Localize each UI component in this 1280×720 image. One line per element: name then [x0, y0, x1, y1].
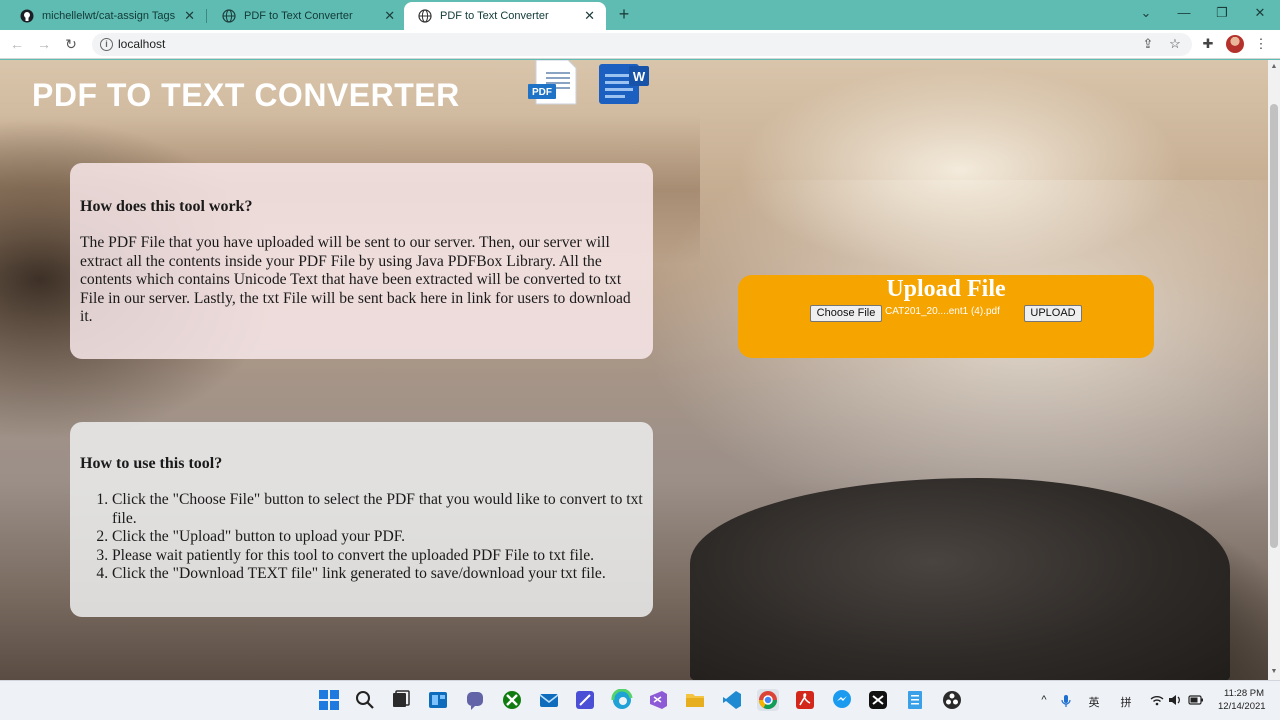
file-explorer-icon[interactable] — [684, 689, 706, 711]
how-to-use-steps: Click the "Choose File" button to select… — [112, 491, 652, 584]
share-icon[interactable]: ⇪ — [1140, 36, 1156, 52]
page-viewport: PDF TO TEXT CONVERTER PDF W How does thi… — [0, 60, 1268, 680]
scroll-thumb[interactable] — [1270, 104, 1278, 548]
tray-overflow-chevron-icon[interactable]: ^ — [1036, 694, 1052, 706]
search-icon[interactable] — [354, 689, 376, 711]
browser-toolbar: ← → ↻ i localhost ⇪ ☆ ✚ ⋮ — [0, 30, 1280, 59]
site-info-icon[interactable]: i — [100, 38, 113, 51]
vscode-icon[interactable] — [721, 689, 743, 711]
volume-icon[interactable] — [1167, 694, 1183, 709]
github-favicon-icon — [20, 9, 34, 23]
browser-tab-converter-active[interactable]: PDF to Text Converter ✕ — [404, 2, 606, 30]
step-item: Click the "Upload" button to upload your… — [112, 528, 652, 547]
browser-tab-github[interactable]: michellelwt/cat-assign Tags | Doc ✕ — [6, 2, 206, 30]
how-it-works-heading: How does this tool work? — [80, 198, 253, 215]
snipping-tool-icon[interactable] — [574, 689, 596, 711]
step-item: Click the "Download TEXT file" link gene… — [112, 565, 652, 584]
chrome-icon[interactable] — [757, 689, 779, 711]
minimize-button[interactable]: — — [1174, 5, 1194, 20]
task-view-icon[interactable] — [390, 689, 412, 711]
wifi-icon[interactable] — [1149, 694, 1165, 709]
upload-panel: Upload File Choose File CAT201_20....ent… — [738, 275, 1154, 358]
how-it-works-body: The PDF File that you have uploaded will… — [80, 234, 631, 326]
ime-mode-indicator[interactable]: 拼 — [1118, 694, 1134, 710]
system-clock[interactable]: 11:28 PM 12/14/2021 — [1218, 687, 1266, 713]
windows-taskbar: ^ 英 拼 11:28 PM 12/14/2021 — [0, 680, 1280, 720]
globe-icon — [222, 9, 236, 23]
mail-icon[interactable] — [538, 689, 560, 711]
tab-close-icon[interactable]: ✕ — [583, 8, 596, 24]
battery-icon[interactable] — [1188, 694, 1204, 709]
messenger-icon[interactable] — [831, 689, 853, 711]
selected-file-name: CAT201_20....ent1 (4).pdf — [885, 306, 1000, 317]
windows-start-icon[interactable] — [318, 689, 340, 711]
reload-button[interactable]: ↻ — [62, 35, 80, 53]
clock-time: 11:28 PM — [1224, 688, 1264, 699]
clock-date: 12/14/2021 — [1218, 701, 1266, 712]
tab-close-icon[interactable]: ✕ — [383, 8, 396, 24]
step-item: Click the "Choose File" button to select… — [112, 491, 652, 528]
teams-chat-icon[interactable] — [464, 689, 486, 711]
upload-button[interactable]: UPLOAD — [1024, 305, 1082, 322]
upload-heading: Upload File — [886, 276, 1006, 302]
word-logo-text: W — [633, 69, 646, 84]
pdf-logo-icon: PDF — [528, 60, 580, 106]
tab-close-icon[interactable]: ✕ — [183, 8, 196, 24]
xbox-icon[interactable] — [501, 689, 523, 711]
close-window-button[interactable]: ✕ — [1250, 5, 1270, 21]
background-rock — [690, 478, 1230, 680]
back-button[interactable]: ← — [8, 35, 26, 53]
widgets-icon[interactable] — [427, 689, 449, 711]
acrobat-icon[interactable] — [794, 689, 816, 711]
capcut-icon[interactable] — [867, 689, 889, 711]
choose-file-button[interactable]: Choose File — [810, 305, 882, 322]
url-text[interactable]: localhost — [118, 37, 165, 51]
maximize-button[interactable]: ❐ — [1212, 5, 1232, 21]
forward-button[interactable]: → — [35, 35, 53, 53]
new-tab-button[interactable]: + — [614, 4, 634, 25]
tab-label: PDF to Text Converter — [440, 10, 549, 22]
page-scrollbar[interactable]: ▲ ▼ — [1268, 60, 1280, 680]
address-bar[interactable]: i localhost — [92, 33, 1192, 56]
how-to-use-heading: How to use this tool? — [80, 455, 223, 472]
obs-studio-icon[interactable] — [941, 689, 963, 711]
tab-search-chevron-icon[interactable]: ⌄ — [1136, 5, 1156, 21]
notepad-icon[interactable] — [904, 689, 926, 711]
ime-language-indicator[interactable]: 英 — [1086, 694, 1102, 710]
step-item: Please wait patiently for this tool to c… — [112, 547, 652, 566]
scroll-down-icon[interactable]: ▼ — [1270, 668, 1278, 675]
visual-studio-icon[interactable] — [647, 689, 669, 711]
tab-label: PDF to Text Converter — [244, 10, 353, 22]
browser-tab-converter-1[interactable]: PDF to Text Converter ✕ — [208, 2, 406, 30]
word-logo-icon: W — [597, 60, 651, 106]
tab-divider — [206, 9, 207, 23]
browser-menu-icon[interactable]: ⋮ — [1253, 36, 1269, 52]
pdf-logo-text: PDF — [532, 87, 552, 98]
globe-icon — [418, 9, 432, 23]
extensions-icon[interactable]: ✚ — [1200, 36, 1216, 52]
scroll-up-icon[interactable]: ▲ — [1270, 63, 1278, 70]
bookmark-star-icon[interactable]: ☆ — [1167, 36, 1183, 52]
microphone-icon[interactable] — [1058, 694, 1074, 711]
profile-avatar[interactable] — [1226, 35, 1244, 53]
page-title: PDF TO TEXT CONVERTER — [32, 77, 460, 113]
tab-strip: michellelwt/cat-assign Tags | Doc ✕ PDF … — [0, 0, 1280, 30]
how-it-works-card: How does this tool work? The PDF File th… — [70, 163, 653, 359]
how-to-use-card: How to use this tool? Click the "Choose … — [70, 422, 653, 617]
edge-browser-icon[interactable] — [611, 688, 633, 711]
tab-label: michellelwt/cat-assign Tags | Doc — [42, 10, 177, 22]
